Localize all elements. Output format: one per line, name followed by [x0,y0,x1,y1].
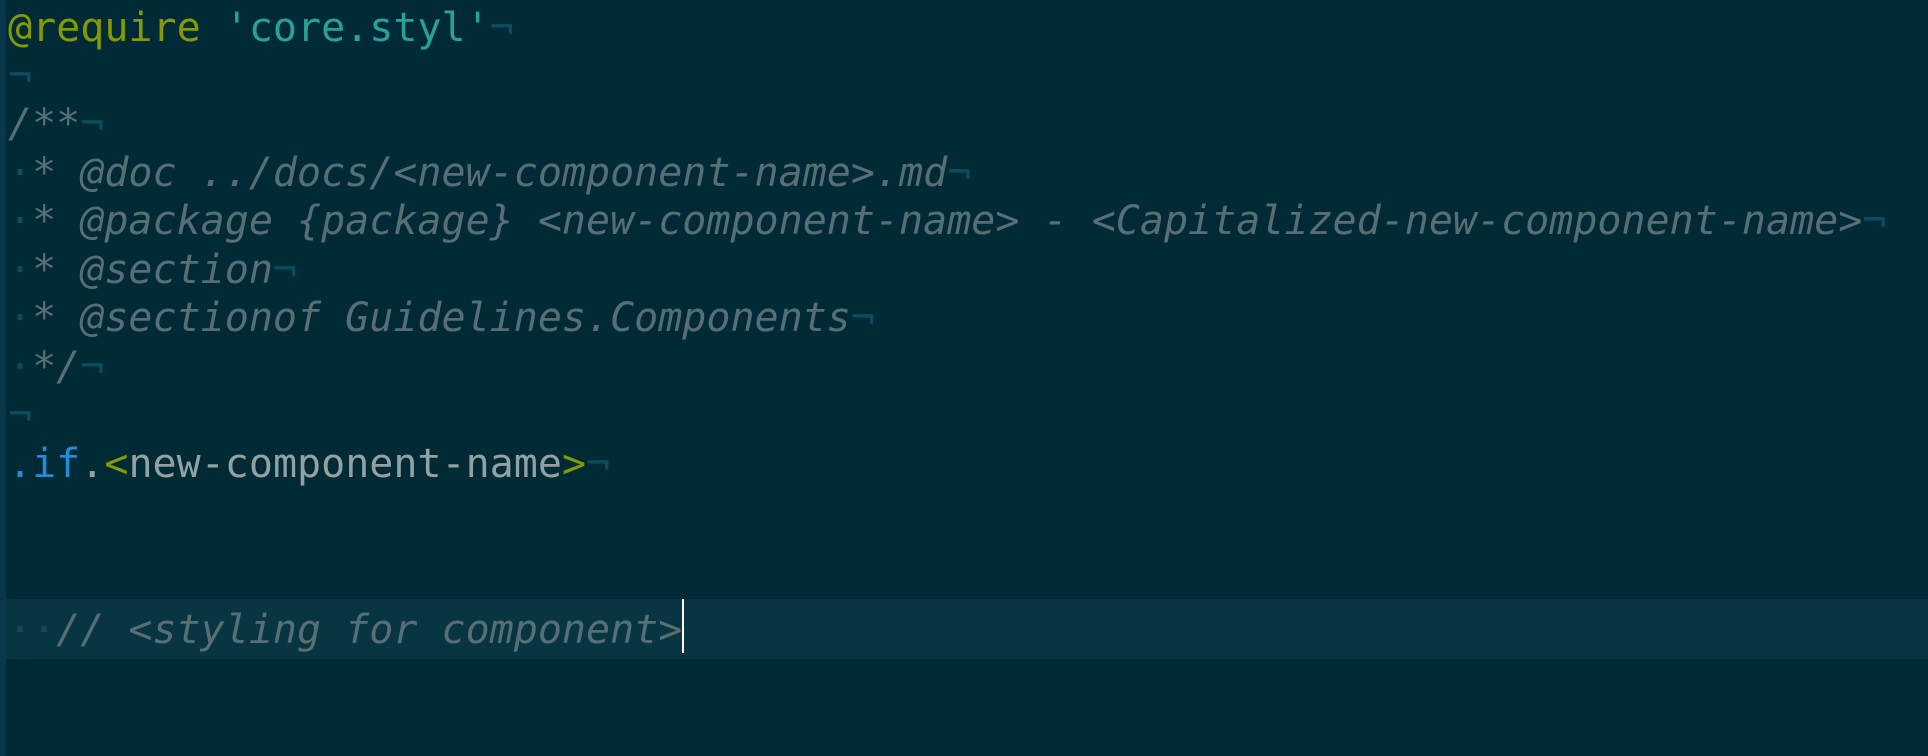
selector-dot: . [80,441,105,487]
doc-comment-section: * @section [32,247,273,293]
code-line-11[interactable]: ··// <styling for component> [8,599,685,659]
styling-comment: // <styling for component> [56,607,683,653]
if-class-name: if [32,441,81,487]
doc-comment-sectionof: * @sectionof Guidelines.Components [32,295,851,341]
code-line-10[interactable]: .if.<new-component-name>¬ [8,434,610,494]
eol-marker: ¬ [1862,198,1887,244]
eol-marker: ¬ [8,392,33,438]
angle-open: < [104,441,129,487]
whitespace-marker: · [32,607,57,653]
eol-marker: ¬ [489,5,514,51]
code-line-7[interactable]: ·* @sectionof Guidelines.Components¬ [8,288,875,348]
doc-comment-close: */ [32,344,81,390]
eol-marker: ¬ [947,150,972,196]
whitespace-marker: · [8,295,33,341]
whitespace-marker: · [8,150,33,196]
eol-marker: ¬ [272,247,298,293]
doc-comment-package: * @package {package} <new-component-name… [32,198,1863,244]
eol-marker: ¬ [80,344,105,390]
require-path-string: 'core.styl' [224,5,490,51]
code-editor[interactable]: @require 'core.styl'¬ ¬ /**¬ ·* @doc ../… [0,0,1928,756]
code-line-1[interactable]: @require 'core.styl'¬ [8,0,514,58]
whitespace-marker: · [8,198,33,244]
doc-comment-open: /** [8,101,81,147]
selector-dot: . [8,441,33,487]
whitespace-marker: · [8,607,33,653]
eol-marker: ¬ [586,441,611,487]
text-cursor [682,599,685,653]
eol-marker: ¬ [8,53,33,99]
doc-comment-doc: * @doc ../docs/<new-component-name>.md [32,150,948,196]
eol-marker: ¬ [850,295,875,341]
component-name-placeholder: new-component-name [128,441,562,487]
whitespace-marker: · [8,344,33,390]
require-keyword: @require [8,5,201,51]
whitespace-marker: · [8,247,33,293]
eol-marker: ¬ [80,101,105,147]
angle-close: > [561,441,587,487]
